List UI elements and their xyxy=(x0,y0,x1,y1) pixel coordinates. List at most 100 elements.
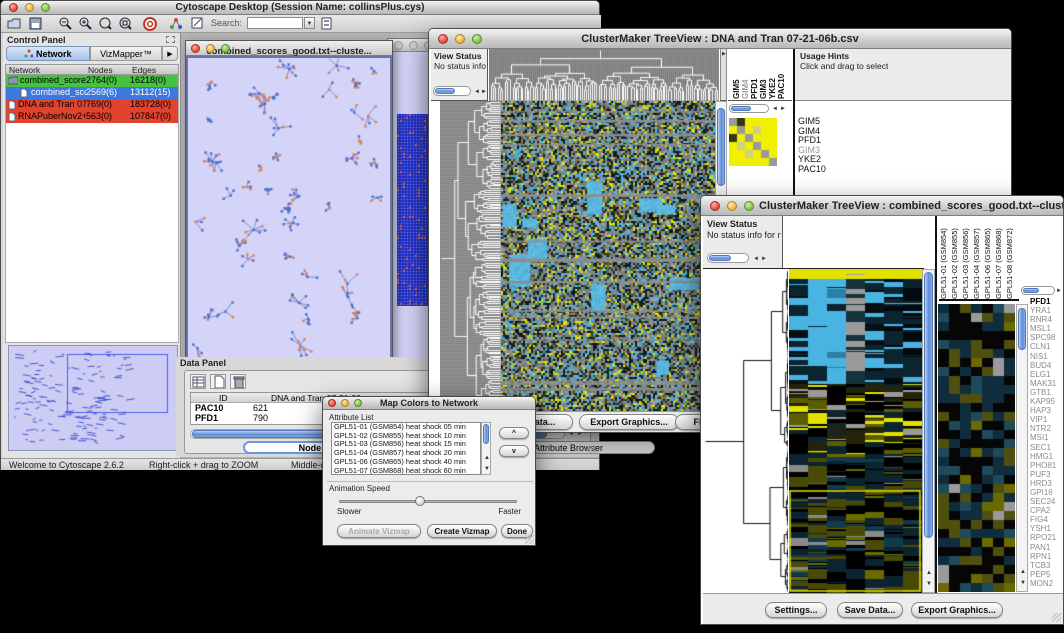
zoom-window-button[interactable] xyxy=(221,44,230,53)
close-button[interactable] xyxy=(191,44,200,53)
tab-vizmapper[interactable]: VizMapper™ xyxy=(90,46,162,61)
zoom-out-icon[interactable] xyxy=(59,17,72,30)
close-button[interactable] xyxy=(438,34,448,44)
minimize-button[interactable] xyxy=(25,3,34,12)
scroll-down-icon[interactable]: ▼ xyxy=(926,581,932,587)
tv2-global-heatmap-canvas[interactable] xyxy=(789,269,922,593)
zoom-window-button[interactable] xyxy=(744,201,754,211)
attribute-list[interactable]: GPL51-01 (GSM854) heat shock 05 minGPL51… xyxy=(331,422,481,475)
help-lifering-icon[interactable] xyxy=(143,17,157,31)
tv2-gene-dendrogram-canvas[interactable] xyxy=(704,269,788,593)
view-status-hscrollbar[interactable] xyxy=(707,253,749,263)
export-graphics-button[interactable]: Export Graphics... xyxy=(911,602,1003,618)
col-network[interactable]: Network xyxy=(9,65,40,75)
settings-button[interactable]: Settings... xyxy=(765,602,827,618)
save-icon[interactable] xyxy=(29,17,42,30)
dialog-titlebar[interactable]: Map Colors to Network xyxy=(323,397,535,410)
more-tabs-button[interactable]: ▶ xyxy=(162,46,178,61)
treeview2-titlebar[interactable]: ClusterMaker TreeView : combined_scores_… xyxy=(701,196,1063,216)
main-titlebar[interactable]: Cytoscape Desktop (Session Name: collins… xyxy=(1,1,599,15)
animation-speed-slider-thumb[interactable] xyxy=(415,496,425,506)
tv2-zoom-vscrollbar[interactable]: ▲ ▼ xyxy=(1016,304,1028,592)
tv2-gene-label-list[interactable]: PFD1YRA1RNR4MSL1SPC98CLN1NIS1BUD4ELG1MAK… xyxy=(1030,297,1064,591)
scroll-left-icon[interactable]: ◄ xyxy=(753,256,759,262)
tv2-vscrollbar[interactable]: ▲ ▼ xyxy=(922,269,935,593)
zoom-window-button[interactable] xyxy=(41,3,50,12)
scroll-left-icon[interactable]: ◄ xyxy=(772,106,778,112)
close-button[interactable] xyxy=(9,3,18,12)
network-row[interactable]: DNA and Tran 07 769(0) 183728(0) xyxy=(6,99,178,111)
tv1-gene-dendrogram-canvas[interactable] xyxy=(440,101,501,411)
col-id[interactable]: ID xyxy=(219,393,228,403)
resize-grip[interactable] xyxy=(587,446,596,455)
dense-network-grid-cluster[interactable] xyxy=(397,114,428,306)
network-row[interactable]: combined_scores 2764(0) 16218(0) xyxy=(6,75,178,87)
search-options-icon[interactable] xyxy=(321,17,334,30)
treeview1-titlebar[interactable]: ClusterMaker TreeView : DNA and Tran 07-… xyxy=(429,29,1011,49)
minimize-button[interactable] xyxy=(341,399,349,407)
scroll-down-icon[interactable]: ▼ xyxy=(1020,580,1026,586)
tv1-column-dendrogram-canvas[interactable] xyxy=(489,49,719,102)
scroll-up-icon[interactable]: ▲ xyxy=(1020,569,1026,575)
tab-network[interactable]: Network xyxy=(6,46,90,61)
network-row-selected[interactable]: combined_sco 2569(6) 13112(15) xyxy=(6,87,178,99)
network-row[interactable]: RNAPuberNov2+ 563(0) 107847(0) xyxy=(6,111,178,123)
scroll-left-icon[interactable]: ◄ xyxy=(474,89,480,95)
search-input[interactable] xyxy=(247,17,303,29)
scroll-right-icon[interactable]: ► xyxy=(780,106,786,112)
close-button[interactable] xyxy=(710,201,720,211)
tv1-splitter[interactable]: ▶ xyxy=(720,49,727,101)
zoom-selected-icon[interactable] xyxy=(99,17,112,30)
export-graphics-button[interactable]: Export Graphics... xyxy=(579,414,679,430)
zoom-window-button[interactable] xyxy=(354,399,362,407)
search-label: Search: xyxy=(211,18,242,28)
attribute-list-vscrollbar[interactable]: ▲ ▼ xyxy=(481,422,491,475)
create-vizmap-button[interactable]: Create Vizmap xyxy=(427,524,497,538)
delete-attribute-trash-icon[interactable] xyxy=(230,374,246,389)
resize-grip[interactable] xyxy=(525,535,534,544)
animation-speed-slider-track[interactable] xyxy=(339,500,517,503)
annotation-icon[interactable] xyxy=(191,17,204,30)
move-down-button[interactable]: v xyxy=(499,445,529,457)
minimize-button[interactable] xyxy=(409,41,418,50)
network-name: RNAPuberNov2+ xyxy=(18,111,86,121)
open-file-icon[interactable] xyxy=(7,17,21,30)
tv2-zoom-column-labels-entry: GPL51-01 (GSM854) xyxy=(939,216,950,299)
save-data-button[interactable]: Save Data... xyxy=(837,602,903,618)
tv1-zoom-hscrollbar[interactable] xyxy=(729,104,769,113)
network-nodes-icon[interactable] xyxy=(169,17,183,30)
scroll-right-icon[interactable]: ► xyxy=(481,89,487,95)
network-view-canvas[interactable] xyxy=(188,58,390,371)
zoom-in-icon[interactable] xyxy=(79,17,92,30)
col-nodes[interactable]: Nodes xyxy=(88,65,113,75)
tv2-zoom-hscrollbar[interactable] xyxy=(1021,286,1055,295)
main-window-title: Cytoscape Desktop (Session Name: collins… xyxy=(1,1,599,15)
tv1-zoom-heatmap-canvas[interactable] xyxy=(729,118,777,166)
zoom-fit-icon[interactable] xyxy=(119,17,132,30)
close-button[interactable] xyxy=(328,399,336,407)
resize-grip[interactable] xyxy=(1052,613,1061,622)
col-edges[interactable]: Edges xyxy=(132,65,156,75)
minimize-button[interactable] xyxy=(455,34,465,44)
float-panel-icon[interactable] xyxy=(166,36,175,43)
view-status-hscrollbar[interactable] xyxy=(433,86,471,96)
move-up-button[interactable]: ^ xyxy=(499,427,529,439)
zoom-window-button[interactable] xyxy=(472,34,482,44)
network-overview-canvas[interactable] xyxy=(8,345,178,451)
tv2-zoom-heatmap-canvas[interactable] xyxy=(938,304,1015,592)
tv2-column-tree-area[interactable] xyxy=(783,216,924,269)
minimize-button[interactable] xyxy=(206,44,215,53)
scroll-right-icon[interactable]: ► xyxy=(1056,288,1062,294)
desktop: Cytoscape Desktop (Session Name: collins… xyxy=(0,0,1064,633)
attribute-table-icon[interactable] xyxy=(190,374,206,389)
minimize-button[interactable] xyxy=(727,201,737,211)
network-view-titlebar[interactable]: combined_scores_good.txt--cluste... xyxy=(186,41,392,56)
search-dropdown-button[interactable]: ▼ xyxy=(304,17,315,29)
scroll-right-icon[interactable]: ► xyxy=(761,256,767,262)
new-attribute-icon[interactable] xyxy=(210,374,226,389)
tv1-global-heatmap-canvas[interactable] xyxy=(501,101,715,411)
scroll-up-icon[interactable]: ▲ xyxy=(926,570,932,576)
scroll-up-icon[interactable]: ▲ xyxy=(484,455,490,461)
close-button[interactable] xyxy=(394,41,403,50)
scroll-down-icon[interactable]: ▼ xyxy=(484,466,490,472)
